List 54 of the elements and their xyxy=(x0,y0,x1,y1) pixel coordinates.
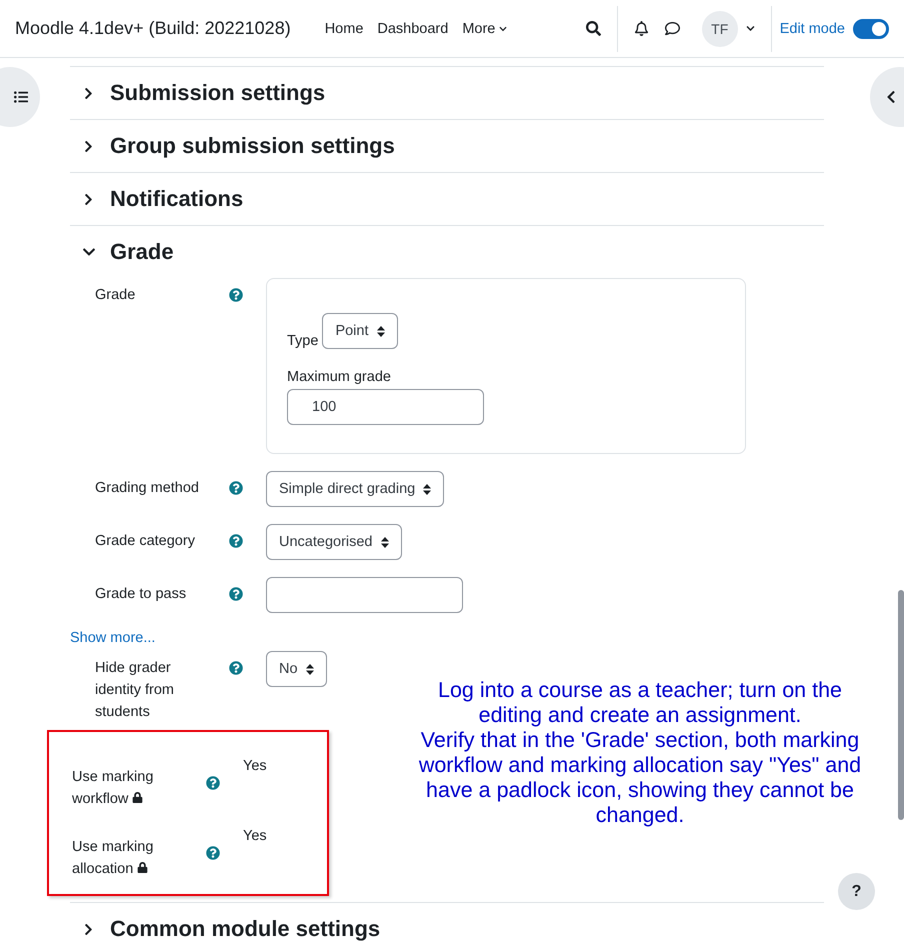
chevron-right-icon xyxy=(82,192,95,206)
chevron-icon[interactable] xyxy=(746,24,755,33)
bell-icon[interactable] xyxy=(634,21,649,36)
input-field[interactable] xyxy=(266,577,463,613)
annotation-text: Verify that in the 'Grade' section, both marking workflow and marking allocation say "Yes" and have a padlock icon, showing they cannot be changed. xyxy=(418,728,862,828)
site-name[interactable]: Moodle 4.1dev+ (Build: 20221028) xyxy=(15,18,291,39)
field-label: Grade xyxy=(95,286,136,305)
list-icon xyxy=(14,90,28,104)
field-value: Yes xyxy=(243,828,267,844)
field-value: Yes xyxy=(243,758,267,774)
field-label: Grade category xyxy=(95,532,196,551)
dropdown-select[interactable]: Simple direct grading xyxy=(266,471,444,507)
section-header[interactable]: Grade xyxy=(70,226,824,278)
chevron-right-icon xyxy=(82,922,95,936)
section-header[interactable]: Submission settings xyxy=(70,67,824,119)
help-button[interactable]: ? xyxy=(838,873,875,910)
field-label: Use marking allocation xyxy=(72,838,154,879)
nav-link[interactable]: Home xyxy=(324,20,364,36)
field-label: Type xyxy=(287,333,318,349)
section-header[interactable]: Group submission settings xyxy=(70,120,824,172)
section-header[interactable]: Common module settings xyxy=(70,903,824,942)
field-label: Maximum grade xyxy=(287,369,392,385)
field-label: Use marking workflow xyxy=(72,768,154,809)
edit-mode-label: Edit mode xyxy=(780,20,845,36)
chevron-right-icon xyxy=(82,140,95,152)
dropdown-select[interactable]: No xyxy=(266,651,327,687)
help-icon[interactable] xyxy=(206,846,220,860)
help-icon[interactable] xyxy=(229,534,243,548)
show-more-link[interactable]: Show more... xyxy=(70,630,156,646)
sort-caret-icon xyxy=(423,484,432,494)
help-icon[interactable] xyxy=(206,776,220,790)
field-label: Grade to pass xyxy=(95,585,188,604)
section-header[interactable]: Notifications xyxy=(70,173,824,225)
field-label: Hide grader identity from students xyxy=(95,659,175,722)
help-icon[interactable] xyxy=(229,661,243,675)
maximum-grade-field[interactable]: 100 xyxy=(287,389,484,425)
sort-caret-icon xyxy=(380,536,388,548)
help-icon[interactable] xyxy=(229,288,243,302)
chevron-right-icon xyxy=(82,86,95,100)
user-avatar[interactable]: TF xyxy=(702,10,738,46)
scrollbar-thumb[interactable] xyxy=(898,590,904,820)
nav-link[interactable]: Dashboard xyxy=(377,20,448,36)
chat-icon[interactable] xyxy=(664,21,680,36)
dropdown-select[interactable]: Uncategorised xyxy=(266,524,402,560)
nav-link[interactable]: More xyxy=(462,20,508,36)
sort-caret-icon xyxy=(306,664,314,674)
field-label: Grading method xyxy=(95,479,200,498)
annotation-text: Log into a course as a teacher; turn on the editing and create an assignment. xyxy=(437,678,843,728)
type-select[interactable]: Point xyxy=(322,313,398,349)
search-icon[interactable] xyxy=(586,21,601,36)
edit-mode-switch[interactable] xyxy=(853,18,889,38)
help-icon[interactable] xyxy=(229,587,243,601)
help-icon[interactable] xyxy=(229,481,243,495)
sort-caret-icon xyxy=(376,326,384,336)
